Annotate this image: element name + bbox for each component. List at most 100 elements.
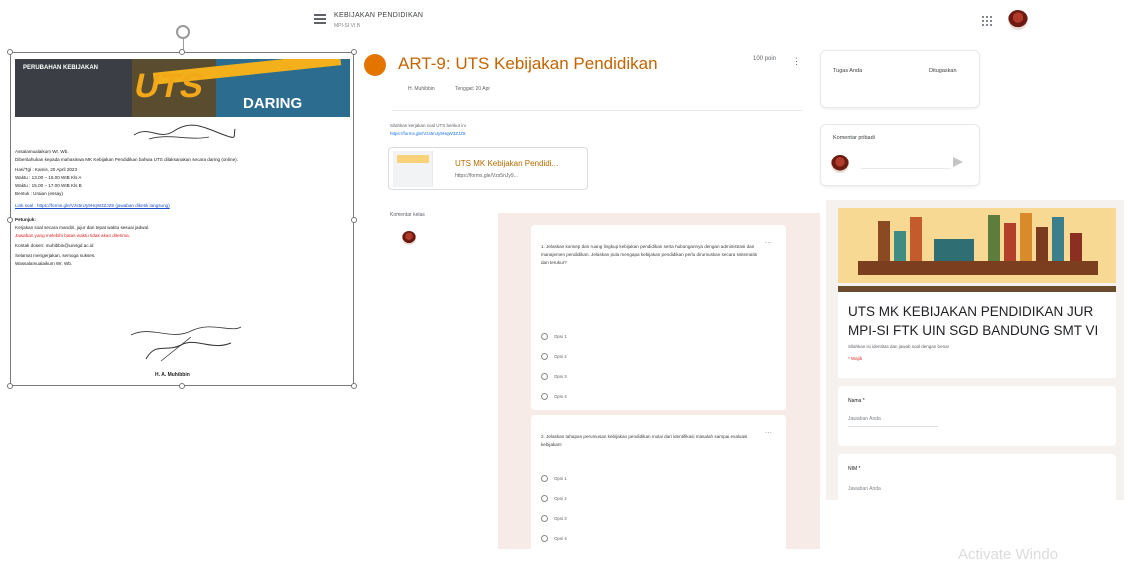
radio-icon[interactable] <box>541 515 548 522</box>
resize-handle[interactable] <box>351 49 357 55</box>
doc-link-line[interactable]: Link soal : https://forms.gle/Vzs5nJy9Hq… <box>15 203 170 209</box>
question-menu-icon[interactable]: ⋯ <box>765 429 772 437</box>
book-illustration <box>1070 233 1082 261</box>
field-label: NIM * <box>848 466 861 472</box>
option-label: Opsi 1 <box>554 476 567 481</box>
arabic-heading-signature <box>133 124 236 140</box>
radio-icon[interactable] <box>541 475 548 482</box>
attachment-url: https://forms.gle/Vzs5nJy9... <box>455 173 518 179</box>
book-illustration <box>878 221 890 261</box>
private-comment-avatar <box>831 155 849 173</box>
banner-daring-text: DARING <box>243 95 303 112</box>
your-work-title: Tugas Anda <box>833 68 863 74</box>
signature-scribble <box>130 326 242 362</box>
attachment-card[interactable]: UTS MK Kebijakan Pendidi... https://form… <box>388 147 588 190</box>
class-comments-label[interactable]: Komentar kelas <box>390 212 425 218</box>
announcement-banner: PERUBAHAN KEBIJAKAN UTS DARING <box>15 59 350 117</box>
option-label: Opsi 2 <box>554 354 567 359</box>
resize-handle[interactable] <box>179 49 185 55</box>
question-menu-icon[interactable]: ⋯ <box>765 239 772 247</box>
announcement-image[interactable]: PERUBAHAN KEBIJAKAN UTS DARING Assalamua… <box>7 49 357 389</box>
book-illustration <box>1036 227 1048 261</box>
private-comment-input[interactable] <box>861 159 951 169</box>
field-label: Nama * <box>848 398 865 404</box>
assignment-icon <box>364 54 386 76</box>
option-label: Opsi 1 <box>554 334 567 339</box>
answer-option[interactable]: Opsi 1 <box>541 475 567 482</box>
doc-line: Waktu : 13.00 – 15.00 WIB Kls A <box>15 175 82 180</box>
option-label: Opsi 3 <box>554 516 567 521</box>
main-menu-icon[interactable] <box>314 14 326 24</box>
comment-avatar <box>402 231 416 245</box>
send-icon[interactable] <box>953 157 963 167</box>
answer-option[interactable]: Opsi 1 <box>541 333 567 340</box>
doc-line: Kontak dosen: muhibbin@uinsgd.ac.id <box>15 243 94 248</box>
account-avatar[interactable] <box>1008 10 1028 30</box>
attachment-thumb-banner <box>397 155 429 163</box>
assignment-title: ART-9: UTS Kebijakan Pendidikan <box>398 54 658 73</box>
option-label: Opsi 3 <box>554 374 567 379</box>
answer-option[interactable]: Opsi 4 <box>541 393 567 400</box>
rotate-handle-icon[interactable] <box>176 25 190 39</box>
private-comments-title: Komentar pribadi <box>833 135 875 141</box>
radio-icon[interactable] <box>541 353 548 360</box>
doc-line: Waktu : 15.00 – 17.00 WIB Kls B <box>15 183 82 188</box>
field-placeholder[interactable]: Jawaban Anda <box>848 486 881 492</box>
question-card: ⋯ 1. Jelaskan konsep dan ruang lingkup k… <box>531 225 786 410</box>
private-comments-card: Komentar pribadi <box>820 124 980 186</box>
doc-line: Bentuk : Uraian (essay) <box>15 191 63 196</box>
answer-option[interactable]: Opsi 3 <box>541 515 567 522</box>
resize-handle[interactable] <box>7 49 13 55</box>
book-illustration <box>894 231 906 261</box>
question-text: 2. Jelaskan tahapan perumusan kebijakan … <box>541 434 748 447</box>
your-work-card: Tugas Anda Ditugaskan <box>820 50 980 108</box>
answer-option[interactable]: Opsi 2 <box>541 495 567 502</box>
doc-line: Assalamualaikum Wr. Wb. <box>15 149 69 154</box>
radio-icon[interactable] <box>541 333 548 340</box>
banner-small-text: PERUBAHAN KEBIJAKAN <box>23 65 99 71</box>
assignment-due: Tenggat: 20 Apr <box>455 86 491 92</box>
doc-line: Hari/Tgl : Kamis, 20 April 2023 <box>15 167 78 172</box>
radio-icon[interactable] <box>541 393 548 400</box>
form-field-card: NIM * Jawaban Anda <box>838 454 1116 500</box>
form-title: UTS MK KEBIJAKAN PENDIDIKAN JUR MPI-SI F… <box>848 304 1099 338</box>
radio-icon[interactable] <box>541 495 548 502</box>
form-questions-panel: ⋯ 1. Jelaskan konsep dan ruang lingkup k… <box>498 213 820 549</box>
resize-handle[interactable] <box>179 383 185 389</box>
radio-icon[interactable] <box>541 535 548 542</box>
attachment-thumbnail <box>393 151 433 187</box>
more-options-icon[interactable]: ⋮ <box>792 56 801 67</box>
class-subtitle: MPI-SI VI B <box>334 23 361 29</box>
form-description: Silahkan isi identitas dan jawab soal de… <box>848 344 950 349</box>
doc-line: Wassalamualaikum Wr. Wb. <box>15 261 73 266</box>
assignment-link[interactable]: https://forms.gle/Vzs5nJy9HqW3ZJZ6 <box>390 131 466 136</box>
resize-handle[interactable] <box>7 383 13 389</box>
required-note: * Wajib <box>848 356 863 361</box>
book-illustration <box>1004 223 1016 261</box>
question-text: 1. Jelaskan konsep dan ruang lingkup keb… <box>541 244 758 265</box>
resize-handle[interactable] <box>351 383 357 389</box>
book-illustration <box>1052 217 1064 261</box>
resize-handle[interactable] <box>7 217 13 223</box>
book-illustration <box>910 217 922 261</box>
answer-option[interactable]: Opsi 4 <box>541 535 567 542</box>
form-field-card: Nama * Jawaban Anda <box>838 386 1116 446</box>
answer-option[interactable]: Opsi 3 <box>541 373 567 380</box>
doc-line: Kerjakan soal secara mandiri, jujur dan … <box>15 225 150 230</box>
attachment-title[interactable]: UTS MK Kebijakan Pendidi... <box>455 159 558 168</box>
form-header-image <box>838 208 1116 283</box>
book-illustration <box>1020 213 1032 261</box>
bookshelf-illustration <box>858 261 1098 275</box>
book-illustration <box>988 215 1000 261</box>
field-placeholder[interactable]: Jawaban Anda <box>848 416 881 422</box>
resize-handle[interactable] <box>351 217 357 223</box>
class-title[interactable]: KEBIJAKAN PENDIDIKAN <box>334 12 423 19</box>
answer-option[interactable]: Opsi 2 <box>541 353 567 360</box>
divider <box>392 110 802 111</box>
question-card: ⋯ 2. Jelaskan tahapan perumusan kebijaka… <box>531 415 786 549</box>
activation-watermark: Activate Windo <box>958 546 1059 563</box>
radio-icon[interactable] <box>541 373 548 380</box>
doc-line: Diberitahukan kepada mahasiswa MK Kebija… <box>15 157 238 162</box>
book-illustration <box>934 239 974 261</box>
apps-grid-icon[interactable] <box>982 16 992 26</box>
